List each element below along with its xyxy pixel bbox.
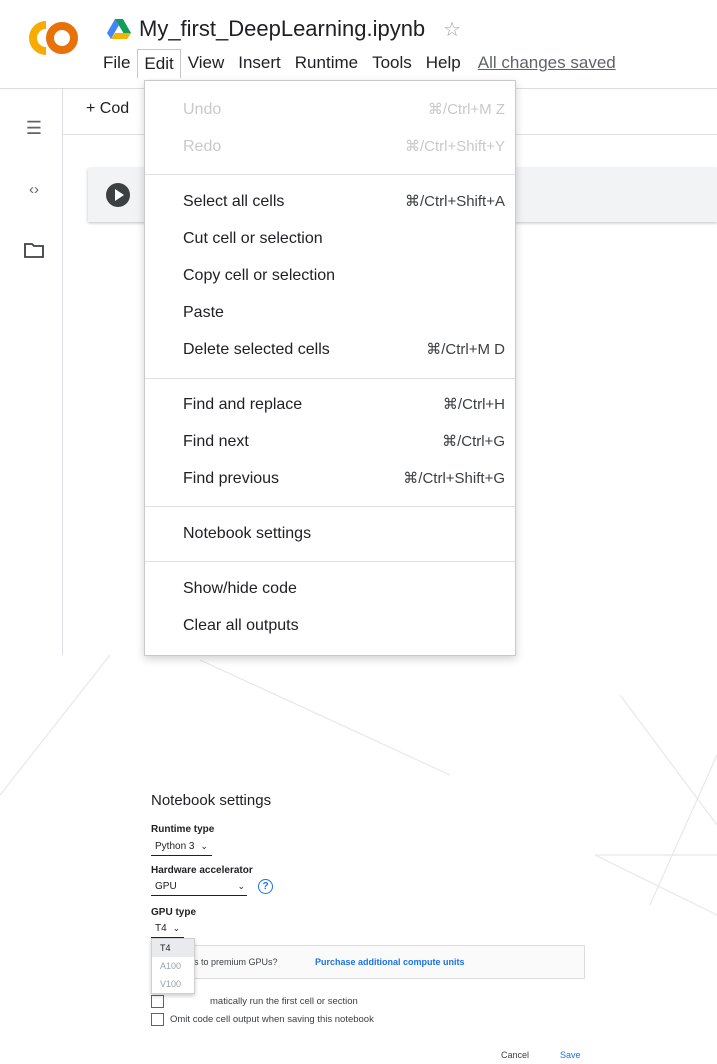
menu-copy-cell[interactable]: Copy cell or selection (183, 261, 505, 291)
cancel-button[interactable]: Cancel (501, 1050, 529, 1060)
purchase-compute-link[interactable]: Purchase additional compute units (315, 946, 465, 978)
menu-paste[interactable]: Paste (183, 298, 505, 328)
menu-cut-cell[interactable]: Cut cell or selection (183, 224, 505, 254)
notebook-title[interactable]: My_first_DeepLearning.ipynb (139, 16, 425, 42)
save-status-link[interactable]: All changes saved (474, 48, 620, 78)
hardware-accelerator-select[interactable]: GPU ⌄ (151, 880, 247, 896)
menu-file[interactable]: File (96, 48, 137, 78)
gpu-option-a100[interactable]: A100 (152, 957, 194, 975)
colab-logo[interactable] (24, 16, 80, 60)
star-icon[interactable]: ☆ (443, 17, 461, 42)
gpu-type-select[interactable]: T4 ⌄ (151, 922, 185, 938)
files-folder-icon[interactable] (23, 241, 45, 263)
run-cell-icon[interactable] (106, 183, 130, 207)
auto-run-checkbox[interactable] (151, 995, 164, 1008)
colab-window: My_first_DeepLearning.ipynb ☆ File Edit … (0, 0, 717, 656)
menu-show-hide-code[interactable]: Show/hide code (183, 574, 505, 604)
help-icon[interactable]: ? (258, 879, 273, 894)
table-of-contents-icon[interactable]: ☰ (23, 117, 45, 139)
runtime-type-label: Runtime type (151, 824, 215, 835)
left-sidebar: ☰ ‹› (0, 89, 63, 655)
menu-insert[interactable]: Insert (231, 48, 288, 78)
menu-separator (145, 174, 515, 175)
menu-clear-all-outputs[interactable]: Clear all outputs (183, 611, 505, 641)
menu-tools[interactable]: Tools (365, 48, 419, 78)
google-drive-icon (107, 19, 131, 39)
premium-gpu-banner: cess to premium GPUs? Purchase additiona… (151, 945, 585, 979)
menu-find-next[interactable]: Find next ⌘/Ctrl+G (183, 427, 505, 457)
menu-separator (145, 506, 515, 507)
auto-run-option[interactable]: matically run the first cell or section (151, 995, 451, 1008)
menu-delete-cells[interactable]: Delete selected cells ⌘/Ctrl+M D (183, 335, 505, 365)
runtime-type-select[interactable]: Python 3 ⌄ (151, 840, 213, 856)
auto-run-label: matically run the first cell or section (210, 996, 358, 1007)
menu-help[interactable]: Help (419, 48, 468, 78)
gpu-option-t4[interactable]: T4 (152, 939, 194, 957)
omit-output-label: Omit code cell output when saving this n… (170, 1014, 374, 1025)
menu-select-all-cells[interactable]: Select all cells ⌘/Ctrl+Shift+A (183, 187, 505, 217)
chevron-down-icon: ⌄ (200, 841, 209, 851)
gpu-option-v100[interactable]: V100 (152, 975, 194, 993)
menu-find-and-replace[interactable]: Find and replace ⌘/Ctrl+H (183, 390, 505, 420)
hardware-accelerator-label: Hardware accelerator (151, 865, 253, 876)
menu-runtime[interactable]: Runtime (288, 48, 365, 78)
menu-view[interactable]: View (181, 48, 232, 78)
omit-output-option[interactable]: Omit code cell output when saving this n… (151, 1013, 451, 1026)
menu-notebook-settings[interactable]: Notebook settings (183, 519, 505, 549)
title-row: My_first_DeepLearning.ipynb ☆ (107, 12, 461, 46)
menu-edit[interactable]: Edit (137, 48, 181, 78)
chevron-down-icon: ⌄ (237, 881, 245, 891)
omit-output-checkbox[interactable] (151, 1013, 164, 1026)
menu-separator (145, 561, 515, 562)
menu-undo[interactable]: Undo ⌘/Ctrl+M Z (183, 95, 505, 125)
menu-separator (145, 378, 515, 379)
notebook-settings-panel: Notebook settings Runtime type Python 3 ⌄… (0, 655, 717, 1064)
save-button[interactable]: Save (560, 1050, 581, 1060)
code-snippets-icon[interactable]: ‹› (23, 179, 45, 201)
edit-menu-dropdown: Undo ⌘/Ctrl+M Z Redo ⌘/Ctrl+Shift+Y Select… (144, 80, 516, 656)
menubar: File Edit View Insert Runtime Tools Help… (96, 46, 620, 80)
add-code-button[interactable]: + Cod (86, 100, 129, 118)
menu-find-previous[interactable]: Find previous ⌘/Ctrl+Shift+G (183, 464, 505, 494)
dialog-title: Notebook settings (151, 792, 272, 809)
gpu-type-label: GPU type (151, 907, 197, 918)
gpu-type-options: T4 A100 V100 (151, 938, 195, 994)
chevron-down-icon: ⌄ (172, 923, 181, 933)
menu-redo[interactable]: Redo ⌘/Ctrl+Shift+Y (183, 132, 505, 162)
